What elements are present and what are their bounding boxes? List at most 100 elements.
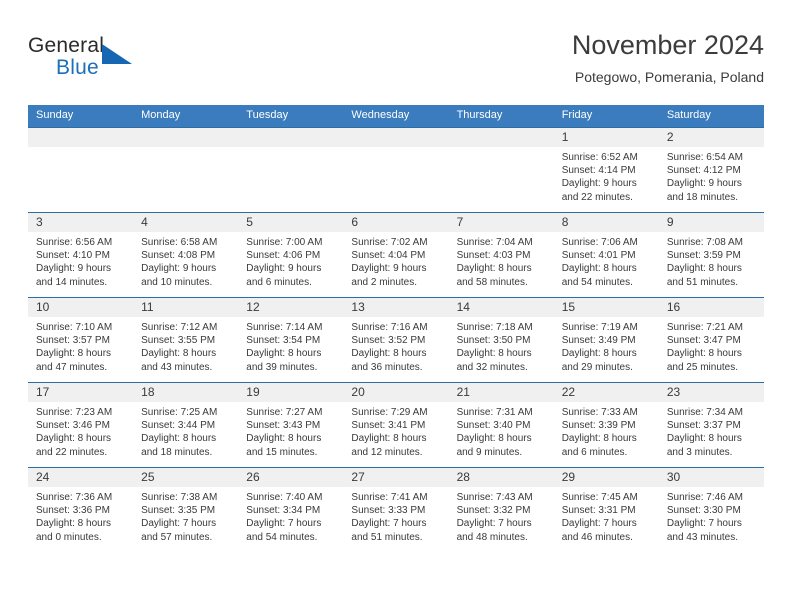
day-sun-info-line: Sunrise: 7:45 AM (561, 492, 638, 503)
day-cell-inner: 10 Sunrise: 7:10 AM Sunset: 3:57 PM Dayligh… (28, 298, 134, 382)
day-sun-info-line: Daylight: 8 hours (666, 433, 742, 445)
calendar-day-cell[interactable]: 7 Sunrise: 7:04 AM Sunset: 4:03 PM Daylight… (448, 212, 554, 298)
calendar-table: Sunday Monday Tuesday Wednesday Thursday… (28, 105, 764, 552)
day-sun-info-line: and 57 minutes. (141, 531, 213, 543)
day-sun-info-line: Sunrise: 7:19 AM (561, 322, 638, 333)
day-sun-info-line: Sunrise: 7:38 AM (141, 492, 218, 503)
weekday-header-sunday: Sunday (28, 105, 134, 128)
calendar-day-cell[interactable]: 11 Sunrise: 7:12 AM Sunset: 3:55 PM Dayligh… (133, 297, 239, 383)
brand-logo[interactable]: General Blue (28, 34, 178, 86)
calendar-empty-cell (238, 127, 344, 213)
day-sun-info-line: and 32 minutes. (456, 361, 528, 373)
day-number: 22 (553, 383, 659, 402)
day-sun-info-line: Sunrise: 6:52 AM (561, 152, 638, 163)
calendar-week-row: 17 Sunrise: 7:23 AM Sunset: 3:46 PM Dayligh… (28, 382, 764, 468)
calendar-day-cell[interactable]: 26 Sunrise: 7:40 AM Sunset: 3:34 PM Dayligh… (238, 467, 344, 552)
day-cell-inner: 25 Sunrise: 7:38 AM Sunset: 3:35 PM Dayligh… (133, 468, 239, 552)
calendar-day-cell[interactable]: 30 Sunrise: 7:46 AM Sunset: 3:30 PM Dayligh… (658, 467, 764, 552)
day-sun-info-line: Daylight: 8 hours (141, 433, 217, 445)
calendar-day-cell[interactable]: 17 Sunrise: 7:23 AM Sunset: 3:46 PM Dayligh… (28, 382, 134, 468)
calendar-day-cell[interactable]: 14 Sunrise: 7:18 AM Sunset: 3:50 PM Dayligh… (448, 297, 554, 383)
calendar-header-row: Sunday Monday Tuesday Wednesday Thursday… (28, 105, 764, 128)
day-sun-info-line: Sunrise: 7:08 AM (666, 237, 743, 248)
day-cell-inner: 15 Sunrise: 7:19 AM Sunset: 3:49 PM Dayligh… (553, 298, 659, 382)
calendar-day-cell[interactable]: 28 Sunrise: 7:43 AM Sunset: 3:32 PM Dayligh… (448, 467, 554, 552)
day-number: 8 (553, 213, 659, 232)
calendar-day-cell[interactable]: 19 Sunrise: 7:27 AM Sunset: 3:43 PM Dayligh… (238, 382, 344, 468)
day-number: 28 (448, 468, 554, 487)
day-sun-info-line: Daylight: 8 hours (561, 263, 637, 275)
day-sun-info-line: and 3 minutes. (666, 446, 733, 458)
day-number: 25 (133, 468, 239, 487)
calendar-day-cell[interactable]: 4 Sunrise: 6:58 AM Sunset: 4:08 PM Daylight… (133, 212, 239, 298)
calendar-day-cell[interactable]: 9 Sunrise: 7:08 AM Sunset: 3:59 PM Daylight… (658, 212, 764, 298)
day-sun-info-line: Daylight: 8 hours (561, 348, 637, 360)
day-sun-info-line: Daylight: 7 hours (666, 518, 742, 530)
day-sun-info: Sunrise: 7:21 AM Sunset: 3:47 PM Daylight:… (659, 317, 764, 374)
day-sun-info-line: and 2 minutes. (351, 276, 418, 288)
calendar-day-cell[interactable]: 25 Sunrise: 7:38 AM Sunset: 3:35 PM Dayligh… (133, 467, 239, 552)
day-sun-info-line: and 43 minutes. (141, 361, 213, 373)
day-sun-info: Sunrise: 7:10 AM Sunset: 3:57 PM Daylight:… (28, 317, 133, 374)
day-cell-inner: 20 Sunrise: 7:29 AM Sunset: 3:41 PM Dayligh… (343, 383, 449, 467)
calendar-day-cell[interactable]: 6 Sunrise: 7:02 AM Sunset: 4:04 PM Daylight… (343, 212, 449, 298)
day-cell-inner: 21 Sunrise: 7:31 AM Sunset: 3:40 PM Dayligh… (448, 383, 554, 467)
calendar-day-cell[interactable]: 1 Sunrise: 6:52 AM Sunset: 4:14 PM Daylight… (553, 127, 659, 213)
day-sun-info-line: and 22 minutes. (36, 446, 108, 458)
day-sun-info: Sunrise: 7:27 AM Sunset: 3:43 PM Daylight:… (238, 402, 343, 459)
calendar-day-cell[interactable]: 15 Sunrise: 7:19 AM Sunset: 3:49 PM Dayligh… (553, 297, 659, 383)
day-sun-info-line: Sunset: 3:43 PM (246, 420, 321, 432)
day-sun-info-line: Sunset: 3:50 PM (456, 335, 531, 347)
calendar-day-cell[interactable]: 29 Sunrise: 7:45 AM Sunset: 3:31 PM Dayligh… (553, 467, 659, 552)
calendar-day-cell[interactable]: 2 Sunrise: 6:54 AM Sunset: 4:12 PM Daylight… (658, 127, 764, 213)
day-sun-info-line: Daylight: 9 hours (666, 178, 742, 190)
calendar-empty-cell (133, 127, 239, 213)
day-cell-inner (238, 128, 344, 212)
calendar-day-cell[interactable]: 10 Sunrise: 7:10 AM Sunset: 3:57 PM Dayligh… (28, 297, 134, 383)
day-number: 3 (28, 213, 134, 232)
day-sun-info: Sunrise: 7:29 AM Sunset: 3:41 PM Daylight:… (343, 402, 448, 459)
day-sun-info-line: and 9 minutes. (456, 446, 523, 458)
day-sun-info-line: Sunset: 3:59 PM (666, 250, 741, 262)
calendar-day-cell[interactable]: 12 Sunrise: 7:14 AM Sunset: 3:54 PM Dayligh… (238, 297, 344, 383)
day-cell-inner: 3 Sunrise: 6:56 AM Sunset: 4:10 PM Daylight… (28, 213, 134, 297)
day-sun-info-line: and 6 minutes. (561, 446, 628, 458)
calendar-day-cell[interactable]: 18 Sunrise: 7:25 AM Sunset: 3:44 PM Dayligh… (133, 382, 239, 468)
day-sun-info: Sunrise: 7:18 AM Sunset: 3:50 PM Daylight:… (449, 317, 554, 374)
day-sun-info-line: and 14 minutes. (36, 276, 108, 288)
calendar-day-cell[interactable]: 3 Sunrise: 6:56 AM Sunset: 4:10 PM Daylight… (28, 212, 134, 298)
day-number: 29 (553, 468, 659, 487)
day-cell-inner: 24 Sunrise: 7:36 AM Sunset: 3:36 PM Dayligh… (28, 468, 134, 552)
day-sun-info-line: Sunrise: 7:29 AM (351, 407, 428, 418)
calendar-day-cell[interactable]: 20 Sunrise: 7:29 AM Sunset: 3:41 PM Dayligh… (343, 382, 449, 468)
day-cell-inner: 8 Sunrise: 7:06 AM Sunset: 4:01 PM Daylight… (553, 213, 659, 297)
calendar-day-cell[interactable]: 24 Sunrise: 7:36 AM Sunset: 3:36 PM Dayligh… (28, 467, 134, 552)
weekday-header-thursday: Thursday (448, 105, 554, 128)
calendar-day-cell[interactable]: 22 Sunrise: 7:33 AM Sunset: 3:39 PM Dayligh… (553, 382, 659, 468)
calendar-day-cell[interactable]: 5 Sunrise: 7:00 AM Sunset: 4:06 PM Daylight… (238, 212, 344, 298)
day-sun-info: Sunrise: 7:06 AM Sunset: 4:01 PM Daylight:… (554, 232, 659, 289)
day-sun-info: Sunrise: 7:02 AM Sunset: 4:04 PM Daylight:… (343, 232, 448, 289)
calendar-day-cell[interactable]: 23 Sunrise: 7:34 AM Sunset: 3:37 PM Dayligh… (658, 382, 764, 468)
day-sun-info-line: Sunrise: 7:41 AM (351, 492, 428, 503)
day-sun-info-line: Sunset: 3:32 PM (456, 505, 531, 517)
calendar-day-cell[interactable]: 8 Sunrise: 7:06 AM Sunset: 4:01 PM Daylight… (553, 212, 659, 298)
day-cell-inner (133, 128, 239, 212)
day-sun-info-line: Daylight: 9 hours (351, 263, 427, 275)
page-subtitle: Potegowo, Pomerania, Poland (574, 69, 764, 85)
day-number (28, 128, 134, 147)
calendar-day-cell[interactable]: 16 Sunrise: 7:21 AM Sunset: 3:47 PM Dayligh… (658, 297, 764, 383)
day-sun-info: Sunrise: 6:56 AM Sunset: 4:10 PM Daylight:… (28, 232, 133, 289)
day-cell-inner (448, 128, 554, 212)
calendar-day-cell[interactable]: 13 Sunrise: 7:16 AM Sunset: 3:52 PM Dayligh… (343, 297, 449, 383)
day-sun-info-line: Daylight: 7 hours (246, 518, 322, 530)
day-number (238, 128, 344, 147)
day-sun-info: Sunrise: 7:16 AM Sunset: 3:52 PM Daylight:… (343, 317, 448, 374)
day-number: 30 (658, 468, 764, 487)
day-sun-info: Sunrise: 7:25 AM Sunset: 3:44 PM Daylight:… (133, 402, 238, 459)
day-sun-info-line: Sunset: 3:39 PM (561, 420, 636, 432)
day-sun-info-line: Daylight: 8 hours (456, 263, 532, 275)
calendar-day-cell[interactable]: 27 Sunrise: 7:41 AM Sunset: 3:33 PM Dayligh… (343, 467, 449, 552)
day-number: 15 (553, 298, 659, 317)
calendar-day-cell[interactable]: 21 Sunrise: 7:31 AM Sunset: 3:40 PM Dayligh… (448, 382, 554, 468)
